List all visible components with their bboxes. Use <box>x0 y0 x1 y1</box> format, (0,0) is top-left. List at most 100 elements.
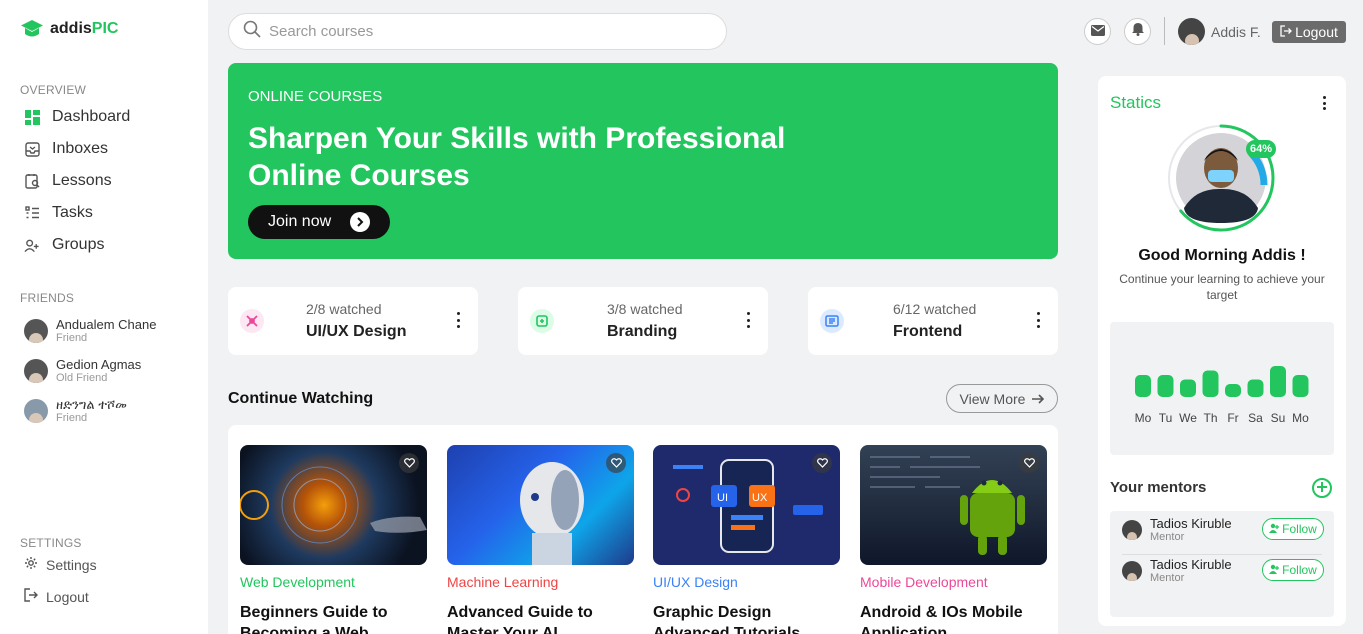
course-category: UI/UX Design <box>653 574 738 590</box>
nav-item-lessons[interactable]: Lessons <box>24 172 112 190</box>
day-label: Mo <box>1135 411 1152 425</box>
greeting-subtitle: Continue your learning to achieve your t… <box>1119 272 1325 302</box>
course-list: Web Development Beginners Guide to Becom… <box>228 425 1058 634</box>
progress-card[interactable]: 2/8 watched UI/UX Design <box>228 287 478 355</box>
nav-label: Groups <box>52 236 105 253</box>
favorite-heart-icon[interactable] <box>812 453 832 473</box>
user-name: Addis F. <box>1211 23 1261 40</box>
favorite-heart-icon[interactable] <box>606 453 626 473</box>
user-menu[interactable]: Addis F. <box>1178 18 1261 45</box>
friend-name: Andualem Chane <box>56 317 157 332</box>
pen-tool-icon <box>240 309 264 333</box>
follow-label: Follow <box>1282 522 1317 536</box>
mentor-item: Tadios Kiruble Mentor Follow <box>1122 511 1324 549</box>
more-menu-icon[interactable] <box>746 312 750 328</box>
sidebar: addisPIC OVERVIEW Dashboard Inboxes Less… <box>0 0 208 634</box>
course-title: UI/UX Design <box>306 323 407 340</box>
gear-icon <box>24 556 38 573</box>
course-card[interactable]: Web Development Beginners Guide to Becom… <box>240 445 427 634</box>
day-label: We <box>1179 411 1197 425</box>
logout-link[interactable]: Logout <box>24 588 89 605</box>
more-menu-icon[interactable] <box>1322 96 1326 110</box>
day-label: Mo <box>1292 411 1309 425</box>
friend-item[interactable]: Andualem Chane Friend <box>24 318 156 344</box>
course-thumbnail <box>240 445 427 565</box>
logo-text: addisPIC <box>50 20 119 37</box>
avatar <box>24 319 48 343</box>
friend-name: Gedion Agmas <box>56 357 142 372</box>
nav-item-groups[interactable]: Groups <box>24 236 104 254</box>
friends-label: FRIENDS <box>20 291 75 305</box>
logout-label-text: Logout <box>46 588 89 605</box>
mentor-item: Tadios Kiruble Mentor Follow <box>1122 552 1324 590</box>
branding-icon <box>530 309 554 333</box>
nav-item-inboxes[interactable]: Inboxes <box>24 140 108 158</box>
activity-bar <box>1292 375 1309 397</box>
join-now-button[interactable]: Join now <box>248 205 390 239</box>
logout-icon <box>24 588 38 605</box>
add-mentor-button[interactable] <box>1312 478 1332 498</box>
progress-percent-badge: 64% <box>1246 140 1276 158</box>
favorite-heart-icon[interactable] <box>399 453 419 473</box>
logout-button[interactable]: Logout <box>1272 21 1346 43</box>
friend-item[interactable]: ዘድንግል ተሾመ Friend <box>24 398 127 424</box>
mentor-name: Tadios Kiruble <box>1150 515 1232 531</box>
friend-item[interactable]: Gedion Agmas Old Friend <box>24 358 141 384</box>
more-menu-icon[interactable] <box>456 312 460 328</box>
chevron-right-icon <box>350 212 370 232</box>
tasks-icon <box>24 205 40 221</box>
course-title: Beginners Guide to Becoming a Web <box>240 604 388 634</box>
activity-bar <box>1247 379 1264 397</box>
continue-watching-title: Continue Watching <box>228 390 374 407</box>
more-menu-icon[interactable] <box>1036 312 1040 328</box>
course-card[interactable]: UI UX UI/UX Design Graphic Design Advanc… <box>653 445 840 634</box>
topbar-divider <box>1164 17 1165 45</box>
search-icon <box>243 20 261 43</box>
day-label: Su <box>1271 411 1286 425</box>
day-label: Tu <box>1159 411 1173 425</box>
day-label: Th <box>1203 411 1217 425</box>
course-category: Mobile Development <box>860 574 988 590</box>
search-input[interactable] <box>269 23 689 40</box>
logout-button-label: Logout <box>1295 24 1338 40</box>
activity-bar <box>1135 375 1151 397</box>
settings-label: SETTINGS <box>20 536 82 550</box>
progress-card[interactable]: 6/12 watched Frontend <box>808 287 1058 355</box>
mentors-title: Your mentors <box>1110 479 1207 496</box>
notifications-button[interactable] <box>1124 18 1151 45</box>
nav-item-dashboard[interactable]: Dashboard <box>24 108 130 126</box>
course-category: Machine Learning <box>447 574 559 590</box>
logo[interactable]: addisPIC <box>20 18 118 40</box>
watched-count: 2/8 watched <box>306 301 382 317</box>
lessons-icon <box>24 173 40 189</box>
view-more-button[interactable]: View More <box>946 384 1058 413</box>
search-bar[interactable] <box>228 13 727 50</box>
mail-button[interactable] <box>1084 18 1111 45</box>
course-category: Web Development <box>240 574 355 590</box>
watched-count: 3/8 watched <box>607 301 683 317</box>
follow-button[interactable]: Follow <box>1262 518 1324 540</box>
course-card[interactable]: Machine Learning Advanced Guide to Maste… <box>447 445 634 634</box>
stats-title: Statics <box>1110 93 1162 112</box>
view-more-label: View More <box>959 390 1026 407</box>
frontend-icon <box>820 309 844 333</box>
mail-icon <box>1090 23 1105 41</box>
favorite-heart-icon[interactable] <box>1019 453 1039 473</box>
nav-label: Lessons <box>52 172 112 189</box>
groups-icon <box>24 237 40 253</box>
mentor-name: Tadios Kiruble <box>1150 556 1232 572</box>
follow-button[interactable]: Follow <box>1262 559 1324 581</box>
mentor-list: Tadios Kiruble Mentor Follow Tadios Kirub… <box>1110 511 1334 617</box>
day-label: Sa <box>1248 411 1263 425</box>
svg-text:UI: UI <box>717 492 728 504</box>
progress-card[interactable]: 3/8 watched Branding <box>518 287 768 355</box>
dashboard-icon <box>24 109 40 125</box>
arrow-right-icon <box>1031 391 1045 407</box>
nav-label: Inboxes <box>52 140 109 157</box>
activity-bar <box>1225 384 1241 397</box>
avatar <box>1122 561 1142 581</box>
inbox-icon <box>24 141 40 157</box>
settings-link[interactable]: Settings <box>24 556 97 573</box>
nav-item-tasks[interactable]: Tasks <box>24 204 93 222</box>
course-card[interactable]: Mobile Development Android & IOs Mobile … <box>860 445 1047 634</box>
